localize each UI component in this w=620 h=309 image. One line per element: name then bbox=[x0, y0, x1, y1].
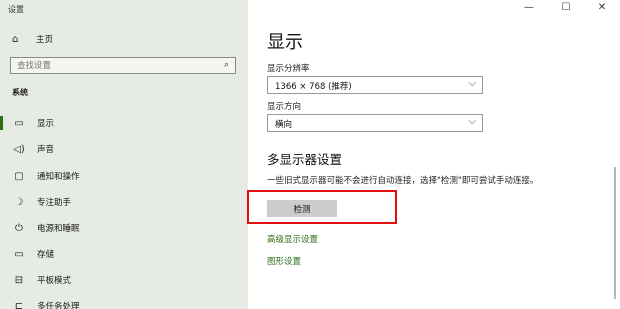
close-button[interactable]: ✕ bbox=[584, 0, 620, 16]
home-icon: ⌂ bbox=[12, 33, 19, 45]
sidebar-item-display[interactable]: ▭ 显示 bbox=[0, 112, 248, 134]
resolution-value: 1366 × 768 (推荐) bbox=[275, 82, 352, 92]
sidebar-item-power[interactable]: ⏻ 电源和睡眠 bbox=[0, 217, 248, 239]
page-title: 显示 bbox=[267, 32, 303, 53]
minimize-button[interactable]: — bbox=[511, 0, 547, 16]
power-icon: ⏻ bbox=[15, 222, 23, 234]
sidebar-item-focus-assist[interactable]: ☽ 专注助手 bbox=[0, 191, 248, 213]
sidebar-item-label: 声音 bbox=[37, 145, 55, 155]
chevron-down-icon: ⌵ bbox=[468, 116, 476, 127]
resolution-dropdown[interactable]: 1366 × 768 (推荐) ⌵ bbox=[267, 76, 483, 94]
sidebar-item-label: 多任务处理 bbox=[37, 302, 80, 309]
app-title: 设置 bbox=[8, 5, 24, 14]
home-label: 主页 bbox=[36, 35, 54, 45]
sidebar-item-tablet-mode[interactable]: ⊟ 平板模式 bbox=[0, 269, 248, 291]
sidebar-item-storage[interactable]: ▭ 存储 bbox=[0, 243, 248, 265]
active-indicator bbox=[0, 116, 3, 130]
orientation-label: 显示方向 bbox=[267, 102, 302, 112]
multi-display-title: 多显示器设置 bbox=[267, 152, 343, 167]
scrollbar[interactable] bbox=[614, 167, 616, 299]
maximize-button[interactable]: ☐ bbox=[548, 0, 584, 16]
multi-display-description: 一些旧式显示器可能不会进行自动连接，选择"检测"即可尝试手动连接。 bbox=[267, 176, 539, 186]
orientation-dropdown[interactable]: 横向 ⌵ bbox=[267, 114, 483, 132]
sidebar-item-label: 专注助手 bbox=[37, 198, 72, 208]
sidebar-item-label: 平板模式 bbox=[37, 276, 72, 286]
tablet-icon: ⊟ bbox=[14, 274, 24, 286]
section-title: 系统 bbox=[12, 88, 28, 97]
graphics-settings-link[interactable]: 图形设置 bbox=[267, 255, 301, 267]
sidebar-item-multitasking[interactable]: ⊏ 多任务处理 bbox=[0, 295, 248, 309]
resolution-label: 显示分辨率 bbox=[267, 64, 310, 74]
multitask-icon: ⊏ bbox=[14, 300, 24, 309]
sidebar-item-sound[interactable]: ◁) 声音 bbox=[0, 138, 248, 160]
speaker-icon: ◁) bbox=[13, 143, 25, 155]
sidebar-item-label: 电源和睡眠 bbox=[37, 224, 80, 234]
search-box[interactable]: ⌕ bbox=[10, 57, 236, 74]
chevron-down-icon: ⌵ bbox=[468, 78, 476, 89]
notification-icon: ▢ bbox=[14, 170, 24, 182]
orientation-value: 横向 bbox=[275, 120, 293, 130]
monitor-icon: ▭ bbox=[14, 117, 24, 129]
storage-icon: ▭ bbox=[14, 248, 24, 260]
sidebar-item-label: 显示 bbox=[37, 119, 55, 129]
search-icon[interactable]: ⌕ bbox=[224, 60, 229, 70]
home-link[interactable]: ⌂ 主页 bbox=[12, 33, 54, 46]
sidebar-item-label: 通知和操作 bbox=[37, 172, 80, 182]
advanced-display-link[interactable]: 高级显示设置 bbox=[267, 233, 318, 245]
moon-icon: ☽ bbox=[14, 196, 24, 208]
sidebar-item-label: 存储 bbox=[37, 250, 55, 260]
sidebar-item-notifications[interactable]: ▢ 通知和操作 bbox=[0, 165, 248, 187]
sidebar: 设置 ⌂ 主页 ⌕ 系统 ▭ 显示 ◁) 声音 ▢ 通知和操作 ☽ 专注助手 ⏻… bbox=[0, 0, 248, 309]
highlight-box bbox=[247, 190, 397, 224]
search-input[interactable] bbox=[11, 58, 211, 73]
main-pane: — ☐ ✕ 显示 显示分辨率 1366 × 768 (推荐) ⌵ 显示方向 横向… bbox=[248, 0, 620, 309]
